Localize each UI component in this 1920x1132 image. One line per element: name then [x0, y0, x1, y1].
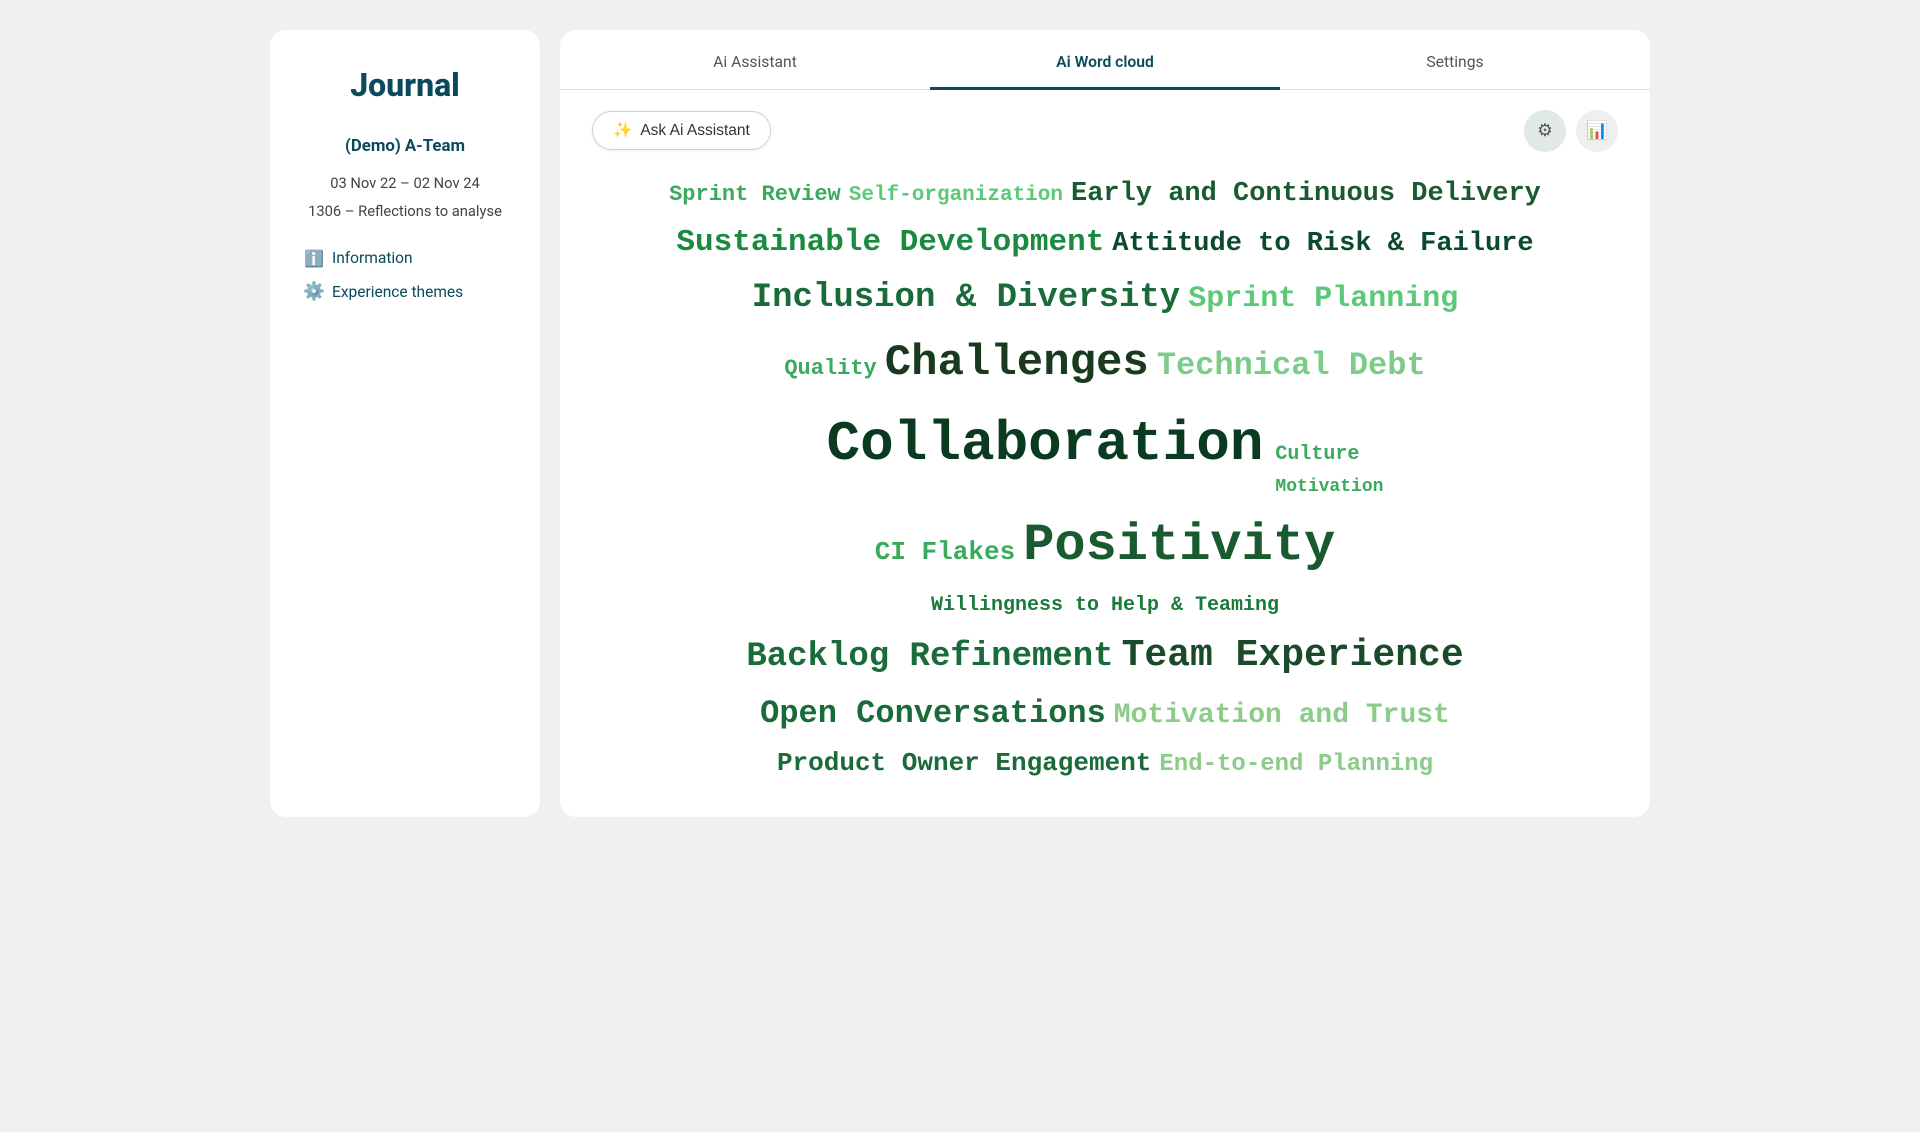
filter-button[interactable]: ⚙ — [1524, 110, 1566, 152]
sidebar-title: Journal — [350, 66, 460, 104]
sidebar-reflections: 1306 – Reflections to analyse — [308, 202, 502, 220]
wc-row-9: Open Conversations Motivation and Trust — [592, 688, 1618, 740]
main-content: ✨ Ask Ai Assistant ⚙ 📊 Sprint — [560, 90, 1650, 817]
wc-row-1: Sprint Review Self-organization Early an… — [592, 172, 1618, 217]
word-collaboration: Collaboration — [823, 400, 1268, 488]
word-ci-flakes: CI Flakes — [871, 531, 1019, 574]
sidebar-item-experience-themes[interactable]: ⚙️ Experience themes — [294, 282, 516, 302]
word-willingness: Willingness to Help & Teaming — [927, 589, 1283, 623]
word-cloud-inner: Sprint Review Self-organization Early an… — [592, 172, 1618, 787]
chart-button[interactable]: 📊 — [1576, 110, 1618, 152]
word-motivation-trust: Motivation and Trust — [1110, 693, 1454, 739]
word-team-experience: Team Experience — [1118, 625, 1468, 686]
word-positivity: Positivity — [1019, 505, 1339, 587]
wc-row-7: Willingness to Help & Teaming — [592, 589, 1618, 623]
main-panel: Ai Assistant Ai Word cloud Settings ✨ As… — [560, 30, 1650, 817]
word-sprint-planning: Sprint Planning — [1184, 275, 1462, 324]
toolbar-right: ⚙ 📊 — [1524, 110, 1618, 152]
word-product-owner: Product Owner Engagement — [773, 742, 1155, 785]
wc-row-5: Collaboration Culture Motivation — [592, 400, 1618, 503]
wc-row-10: Product Owner Engagement End-to-end Plan… — [592, 742, 1618, 785]
gear-icon: ⚙️ — [304, 282, 324, 302]
sidebar-item-label: Experience themes — [332, 283, 463, 301]
app-layout: Journal (Demo) A-Team 03 Nov 22 – 02 Nov… — [270, 30, 1650, 817]
magic-wand-icon: ✨ — [613, 121, 632, 140]
word-self-organization: Self-organization — [845, 178, 1067, 214]
sidebar-team: (Demo) A-Team — [345, 136, 465, 156]
filter-icon: ⚙ — [1537, 120, 1553, 141]
info-icon: ℹ️ — [304, 248, 324, 268]
word-open-conversations: Open Conversations — [756, 688, 1110, 740]
tab-ai-assistant[interactable]: Ai Assistant — [580, 30, 930, 90]
wc-row-8: Backlog Refinement Team Experience — [592, 625, 1618, 686]
sidebar: Journal (Demo) A-Team 03 Nov 22 – 02 Nov… — [270, 30, 540, 817]
chart-icon: 📊 — [1586, 120, 1608, 141]
word-culture: Culture — [1271, 438, 1387, 472]
word-technical-debt: Technical Debt — [1153, 340, 1430, 392]
wc-row-2: Sustainable Development Attitude to Risk… — [592, 218, 1618, 269]
tab-settings[interactable]: Settings — [1280, 30, 1630, 90]
word-cloud: Sprint Review Self-organization Early an… — [592, 172, 1618, 787]
sidebar-dates: 03 Nov 22 – 02 Nov 24 — [330, 174, 480, 192]
ask-ai-button[interactable]: ✨ Ask Ai Assistant — [592, 111, 771, 150]
wc-row-6: CI Flakes Positivity — [592, 505, 1618, 587]
toolbar: ✨ Ask Ai Assistant ⚙ 📊 — [592, 110, 1618, 152]
wc-row-3: Inclusion & Diversity Sprint Planning — [592, 271, 1618, 326]
word-sustainable: Sustainable Development — [672, 218, 1108, 269]
sidebar-item-information[interactable]: ℹ️ Information — [294, 248, 516, 268]
sidebar-item-label: Information — [332, 249, 413, 267]
wc-row-4: Quality Challenges Technical Debt — [592, 328, 1618, 398]
tab-ai-word-cloud[interactable]: Ai Word cloud — [930, 30, 1280, 90]
word-backlog: Backlog Refinement — [742, 630, 1117, 685]
word-challenges: Challenges — [881, 328, 1153, 398]
word-quality: Quality — [780, 350, 880, 387]
ask-ai-label: Ask Ai Assistant — [640, 122, 750, 140]
word-inclusion: Inclusion & Diversity — [748, 271, 1184, 326]
word-attitude: Attitude to Risk & Failure — [1108, 222, 1537, 267]
word-early-continuous: Early and Continuous Delivery — [1067, 172, 1545, 217]
tab-bar: Ai Assistant Ai Word cloud Settings — [560, 30, 1650, 90]
word-end-to-end: End-to-end Planning — [1155, 745, 1437, 785]
word-sprint-review: Sprint Review — [665, 176, 845, 213]
word-motivation: Motivation — [1271, 472, 1387, 503]
